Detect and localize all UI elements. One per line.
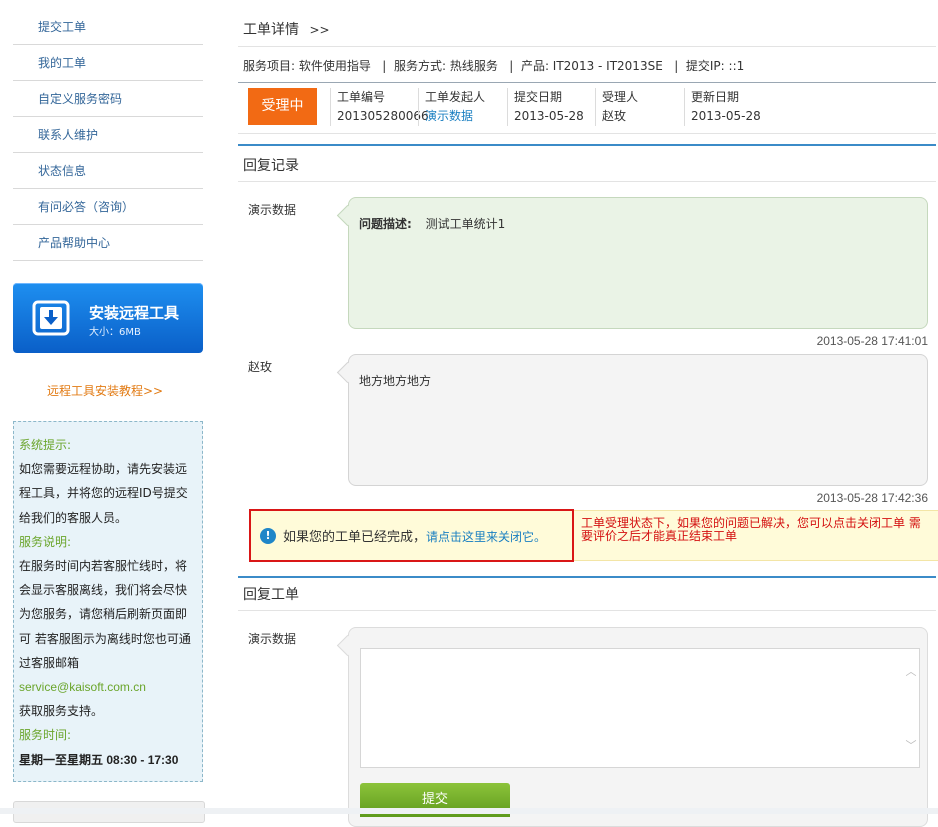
notice-text: 如果您的工单已经完成，请点击这里来关闭它。 <box>283 526 546 545</box>
info-value: 赵玫 <box>602 109 627 123</box>
page-title-arrow: >> <box>309 23 330 37</box>
scroll-down-icon[interactable]: ﹀ <box>905 737 917 752</box>
service-note-text: 在服务时间内若客服忙线时，将会显示客服离线，我们将会尽快为您服务，请您稍后刷新页… <box>19 559 191 670</box>
record-label: 问题描述: <box>359 217 412 231</box>
install-title: 安装远程工具 <box>89 304 180 322</box>
notice-warning: 工单受理状态下，如果您的问题已解决，您可以点击关闭工单 需要评价之后才能真正结束… <box>581 516 921 543</box>
records-title: 回复记录 <box>243 158 299 174</box>
service-email[interactable]: service@kaisoft.com.cn <box>19 675 197 699</box>
notice-message: 如果您的工单已经完成， <box>283 530 427 545</box>
sidebar-item-status[interactable]: 状态信息 <box>13 154 203 189</box>
initiator-link[interactable]: 演示数据 <box>425 107 485 126</box>
system-tip-text: 如您需要远程协助，请先安装远程工具，并将您的远程ID号提交给我们的客服人员。 <box>19 462 188 525</box>
scroll-up-icon[interactable]: ︿ <box>905 663 917 678</box>
sidebar-item-custom-password[interactable]: 自定义服务密码 <box>13 82 203 117</box>
reply-author: 演示数据 <box>248 632 297 646</box>
record-author: 演示数据 <box>248 203 297 217</box>
divider <box>238 181 936 182</box>
info-label: 工单编号 <box>337 90 386 104</box>
install-tutorial-link[interactable]: 远程工具安装教程>> <box>47 382 163 399</box>
record-timestamp: 2013-05-28 17:41:01 <box>816 334 928 348</box>
close-ticket-notice: ! 如果您的工单已经完成，请点击这里来关闭它。 工单受理状态下，如果您的问题已解… <box>249 509 938 562</box>
record-bubble: 地方地方地方 <box>336 354 928 486</box>
status-badge: 受理中 <box>248 88 317 125</box>
record-author: 赵玫 <box>248 360 273 374</box>
info-icon: ! <box>260 528 276 544</box>
bubble-arrow <box>336 204 359 227</box>
sidebar: 提交工单 我的工单 自定义服务密码 联系人维护 状态信息 有问必答（咨询） 产品… <box>0 0 215 823</box>
install-size: 大小：6MB <box>89 327 141 338</box>
main-content: 工单详情 >> 服务项目: 软件使用指导 | 服务方式: 热线服务 | 产品: … <box>238 0 938 827</box>
reply-title: 回复工单 <box>243 587 299 603</box>
sidebar-item-faq[interactable]: 有问必答（咨询） <box>13 190 203 225</box>
divider <box>238 610 936 611</box>
close-ticket-link[interactable]: 请点击这里来关闭它。 <box>426 530 546 544</box>
record-text: 地方地方地方 <box>359 374 432 388</box>
ticket-meta: 服务项目: 软件使用指导 | 服务方式: 热线服务 | 产品: IT2013 -… <box>243 59 745 73</box>
page-bottom-bar <box>0 808 938 814</box>
reply-textarea[interactable]: ︿ ﹀ <box>360 648 920 768</box>
record-bubble: 问题描述: 测试工单统计1 <box>336 197 928 329</box>
reply-box: ︿ ﹀ 提交 <box>336 627 928 827</box>
info-label: 提交日期 <box>514 90 563 104</box>
divider <box>238 133 936 134</box>
info-label: 受理人 <box>602 90 639 104</box>
info-ticket-number: 工单编号 201305280066 <box>330 88 429 126</box>
info-handler: 受理人 赵玫 <box>595 88 638 126</box>
info-update-date: 更新日期 2013-05-28 <box>684 88 761 126</box>
service-time: 星期一至星期五 08:30 - 17:30 <box>19 748 197 772</box>
service-time-title: 服务时间: <box>19 728 72 743</box>
info-value: 201305280066 <box>337 109 429 123</box>
divider <box>238 82 936 83</box>
support-text: 获取服务支持。 <box>19 704 104 719</box>
info-value: 2013-05-28 <box>514 109 584 123</box>
service-days: 星期一至星期五 <box>19 752 104 767</box>
install-remote-tool-button[interactable]: 安装远程工具 大小：6MB <box>13 283 203 353</box>
info-submit-date: 提交日期 2013-05-28 <box>507 88 584 126</box>
sidebar-item-my-tickets[interactable]: 我的工单 <box>13 46 203 81</box>
divider <box>238 144 936 146</box>
info-initiator: 工单发起人 演示数据 <box>418 88 485 126</box>
record-timestamp: 2013-05-28 17:42:36 <box>816 491 928 505</box>
bubble-arrow <box>336 634 359 657</box>
page-title: 工单详情 >> <box>243 19 330 39</box>
service-hours: 08:30 - 17:30 <box>103 752 179 767</box>
info-value: 2013-05-28 <box>691 109 761 123</box>
divider <box>238 46 936 47</box>
info-label: 工单发起人 <box>425 90 486 104</box>
service-note-title: 服务说明: <box>19 534 72 549</box>
sidebar-item-contacts[interactable]: 联系人维护 <box>13 118 203 153</box>
download-icon <box>32 300 70 336</box>
bubble-arrow <box>336 361 359 384</box>
system-tip-title: 系统提示: <box>19 438 72 452</box>
tips-panel: 系统提示: 如您需要远程协助，请先安装远程工具，并将您的远程ID号提交给我们的客… <box>13 421 203 782</box>
sidebar-item-help-center[interactable]: 产品帮助中心 <box>13 226 203 261</box>
record-text: 测试工单统计1 <box>425 217 506 231</box>
page-title-text: 工单详情 <box>243 22 299 38</box>
sidebar-item-submit-ticket[interactable]: 提交工单 <box>13 10 203 45</box>
divider <box>238 576 936 578</box>
info-label: 更新日期 <box>691 90 740 104</box>
